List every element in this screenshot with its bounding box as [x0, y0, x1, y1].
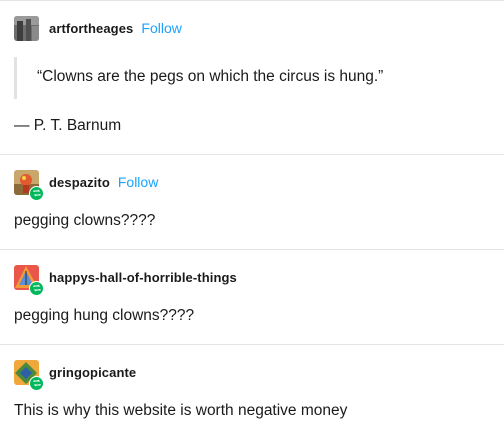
username[interactable]: happys-hall-of-horrible-things [49, 270, 237, 285]
post-divider [0, 249, 504, 250]
avatar[interactable] [14, 169, 44, 201]
follow-button[interactable]: Follow [141, 20, 181, 36]
post-header: despazito Follow [14, 169, 158, 201]
quote-attribution: — P. T. Barnum [14, 117, 122, 134]
post-header: happys-hall-of-horrible-things [14, 264, 237, 296]
avatar[interactable] [14, 264, 44, 296]
avatar[interactable] [14, 15, 39, 41]
post-body: This is why this website is worth negati… [14, 402, 348, 419]
username[interactable]: artfortheages [49, 21, 133, 36]
post-body: pegging clowns???? [14, 212, 156, 229]
reblog-icon [29, 375, 44, 391]
follow-button[interactable]: Follow [118, 174, 158, 190]
username[interactable]: gringopicante [49, 365, 136, 380]
reblog-icon [29, 280, 44, 296]
post-header: gringopicante [14, 359, 136, 391]
username[interactable]: despazito [49, 175, 110, 190]
post-divider [0, 154, 504, 155]
top-divider [0, 0, 504, 1]
avatar[interactable] [14, 359, 44, 391]
post-divider [0, 344, 504, 345]
post-header: artfortheages Follow [14, 15, 182, 41]
quote-text: “Clowns are the pegs on which the circus… [37, 68, 384, 85]
reblog-icon [29, 185, 44, 201]
blockquote-bar [14, 57, 17, 99]
post-body: pegging hung clowns???? [14, 307, 195, 324]
